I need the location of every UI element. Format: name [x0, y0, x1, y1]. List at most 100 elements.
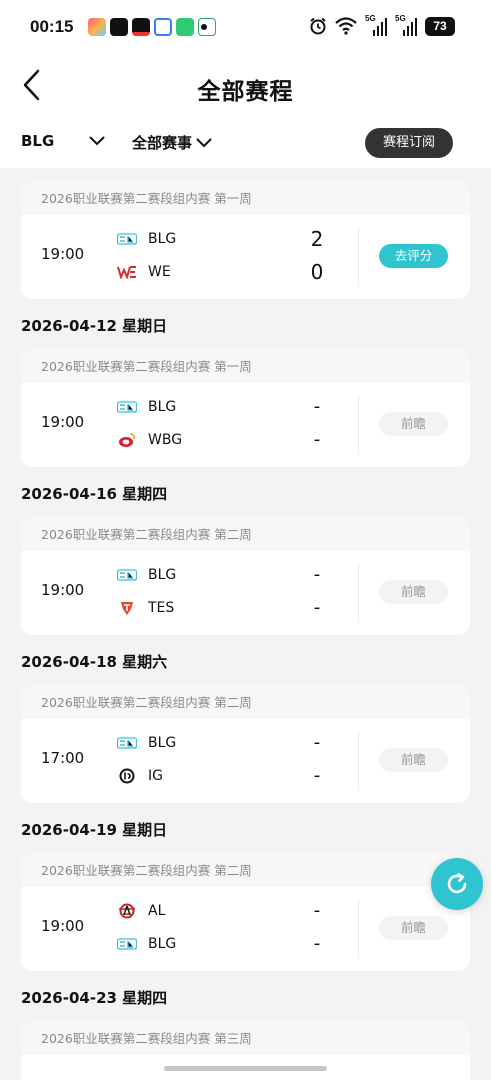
team-filter-label: BLG — [21, 132, 55, 150]
team-name: BLG — [148, 231, 177, 247]
match-time: 19:00 — [41, 245, 85, 263]
team-name: BLG — [148, 399, 177, 415]
team-name: BLG — [148, 735, 177, 751]
divider — [358, 395, 359, 455]
play-icon — [176, 18, 194, 36]
filter-bar: BLG 全部赛事 赛程订阅 — [0, 116, 491, 168]
team-name: AL — [148, 903, 166, 919]
match-time: 19:00 — [41, 917, 85, 935]
team-name: BLG — [148, 567, 177, 583]
match-stage: 2026职业联赛第二赛段组内赛 第三周 — [21, 1022, 470, 1055]
home-indicator[interactable] — [164, 1066, 327, 1071]
match-card[interactable]: 2026职业联赛第二赛段组内赛 第一周 19:00 BLG WE 2 0 去评分 — [21, 182, 470, 299]
wbg-logo-icon — [117, 432, 137, 448]
match-card[interactable]: 2026职业联赛第二赛段组内赛 第三周 — [21, 1022, 470, 1080]
team-row: BLG — [117, 564, 176, 586]
al-logo-icon — [117, 903, 137, 919]
page-title: 全部赛程 — [197, 79, 294, 105]
preview-button[interactable]: 前瞻 — [379, 580, 448, 604]
match-time: 19:00 — [41, 413, 85, 431]
system-indicators: 5G 5G 73 — [309, 14, 455, 36]
alarm-icon — [310, 17, 326, 35]
schedule-subscribe-button[interactable]: 赛程订阅 — [365, 128, 453, 158]
date-heading: 2026-04-23 星期四 — [21, 989, 168, 1007]
more-notifications-dot — [201, 24, 207, 30]
team-row: WE — [117, 261, 171, 283]
match-card[interactable]: 2026职业联赛第二赛段组内赛 第二周 17:00 BLG IG - - 前瞻 — [21, 686, 470, 803]
blg-logo-icon — [117, 399, 137, 415]
date-heading: 2026-04-12 星期日 — [21, 317, 168, 335]
video-app-icon — [154, 18, 172, 36]
match-stage: 2026职业联赛第二赛段组内赛 第二周 — [21, 854, 470, 887]
team1-score: - — [313, 732, 321, 753]
chevron-down-icon — [89, 136, 105, 146]
notification-icons — [88, 18, 216, 36]
blg-logo-icon — [117, 735, 137, 751]
we-logo-icon — [117, 264, 137, 280]
team1-score: - — [313, 396, 321, 417]
blg-logo-icon — [117, 936, 137, 952]
divider — [358, 731, 359, 791]
match-stage: 2026职业联赛第二赛段组内赛 第一周 — [21, 182, 470, 215]
rate-button[interactable]: 去评分 — [379, 244, 448, 268]
blg-logo-icon — [117, 231, 137, 247]
preview-button[interactable]: 前瞻 — [379, 748, 448, 772]
event-filter-dropdown[interactable]: 全部赛事 — [132, 132, 212, 153]
date-heading: 2026-04-19 星期日 — [21, 821, 168, 839]
cellular-signal-1-icon: 5G — [365, 14, 387, 36]
team1-score: 2 — [310, 227, 324, 251]
ig-logo-icon — [117, 768, 137, 784]
team-row: AL — [117, 900, 165, 922]
douyin-icon — [110, 18, 128, 36]
team2-score: - — [313, 429, 321, 450]
divider — [358, 227, 359, 287]
team1-score: - — [313, 900, 321, 921]
status-bar: 00:15 5G 5G 73 — [0, 0, 491, 56]
divider — [358, 899, 359, 959]
team-row: WBG — [117, 429, 182, 451]
status-time: 00:15 — [30, 17, 74, 36]
team-row: BLG — [117, 396, 176, 418]
chevron-down-icon — [196, 138, 212, 147]
cellular-signal-2-icon: 5G — [395, 14, 417, 36]
team2-score: - — [313, 765, 321, 786]
refresh-button[interactable] — [431, 858, 483, 910]
douyin-lite-icon — [132, 18, 150, 36]
match-card[interactable]: 2026职业联赛第二赛段组内赛 第一周 19:00 BLG WBG - - 前瞻 — [21, 350, 470, 467]
date-heading: 2026-04-18 星期六 — [21, 653, 168, 671]
tes-logo-icon — [117, 600, 137, 616]
team-name: WE — [148, 264, 171, 280]
team-name: TES — [148, 600, 175, 616]
team1-score: - — [313, 564, 321, 585]
team-row: BLG — [117, 228, 176, 250]
blg-logo-icon — [117, 567, 137, 583]
team2-score: - — [313, 597, 321, 618]
date-heading: 2026-04-16 星期四 — [21, 485, 168, 503]
team-row: BLG — [117, 732, 176, 754]
team-row: TES — [117, 597, 174, 619]
team2-score: - — [313, 933, 321, 954]
match-stage: 2026职业联赛第二赛段组内赛 第一周 — [21, 350, 470, 383]
match-time: 17:00 — [41, 749, 85, 767]
team-name: WBG — [148, 432, 183, 448]
page-header: 全部赛程 — [0, 56, 491, 116]
team-filter-dropdown[interactable]: BLG — [21, 132, 105, 150]
battery-icon: 73 — [425, 16, 455, 36]
team2-score: 0 — [310, 260, 324, 284]
wifi-icon — [335, 17, 357, 35]
match-stage: 2026职业联赛第二赛段组内赛 第二周 — [21, 518, 470, 551]
team-name: BLG — [148, 936, 177, 952]
team-row: IG — [117, 765, 163, 787]
app-store-icon — [88, 18, 106, 36]
match-card[interactable]: 2026职业联赛第二赛段组内赛 第二周 19:00 AL BLG - - 前瞻 — [21, 854, 470, 971]
match-card[interactable]: 2026职业联赛第二赛段组内赛 第二周 19:00 BLG TES - - 前瞻 — [21, 518, 470, 635]
preview-button[interactable]: 前瞻 — [379, 916, 448, 940]
match-stage: 2026职业联赛第二赛段组内赛 第二周 — [21, 686, 470, 719]
match-time: 19:00 — [41, 581, 85, 599]
team-name: IG — [148, 768, 163, 784]
refresh-icon — [447, 873, 467, 894]
preview-button[interactable]: 前瞻 — [379, 412, 448, 436]
divider — [358, 563, 359, 623]
team-row: BLG — [117, 933, 176, 955]
event-filter-label: 全部赛事 — [132, 134, 193, 152]
